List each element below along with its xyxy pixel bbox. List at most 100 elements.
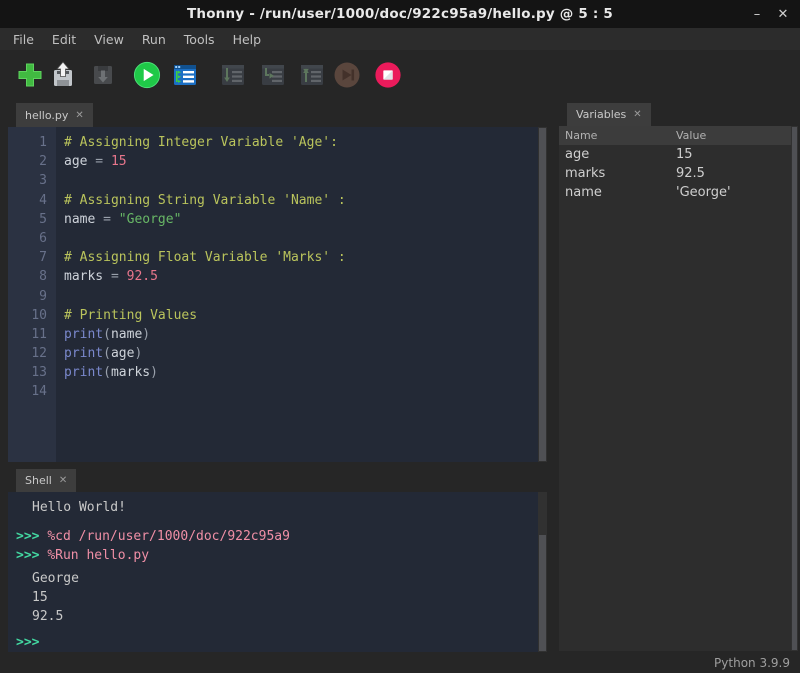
code-segment-name: marks [111,365,150,380]
statusbar: Python 3.9.9 [0,652,800,673]
variable-name: marks [565,164,605,183]
variables-pane: Name Value age15marks 92.5 name 'George' [559,126,798,651]
step-out-button [298,61,326,89]
tab-variables[interactable]: Variables ✕ [567,103,651,126]
line-number: 14 [8,382,56,401]
editor-pane[interactable]: 1234567891011121314 # Assigning Integer … [8,127,547,462]
column-header-value: Value [676,126,706,145]
code-line: print(age) [64,344,538,363]
code-segment-name: name [64,212,95,227]
variable-name: name [565,183,602,202]
code-line [64,229,538,248]
tab-hello-py-label: hello.py [25,109,68,122]
code-segment-name: age [111,346,134,361]
line-number-gutter: 1234567891011121314 [8,127,56,462]
line-number: 6 [8,229,56,248]
shell-block-output: George1592.5 [8,569,538,626]
shell-output-line: Hello World! [8,498,538,517]
tab-hello-py[interactable]: hello.py ✕ [16,103,93,127]
stop-button[interactable] [374,61,402,89]
code-line: # Assigning String Variable 'Name' : [64,191,538,210]
variables-tab-row: Variables ✕ [559,103,798,126]
shell-block-output: Hello World! [8,498,538,517]
menu-edit[interactable]: Edit [43,32,85,47]
line-number: 9 [8,287,56,306]
code-segment-op: ( [103,327,111,342]
debug-script-button[interactable] [171,61,199,89]
shell-magic-command: %Run hello.py [47,548,149,563]
shell-pane[interactable]: Hello World! >>> %cd /run/user/1000/doc/9… [8,492,547,652]
code-line: print(name) [64,325,538,344]
code-segment-num: 15 [111,154,127,169]
toolbar [0,50,800,100]
plus-icon [16,61,44,89]
editor-tab-row: hello.py ✕ [8,103,547,127]
floppy-arrow-up-icon [49,61,77,89]
shell-tab-row: Shell ✕ [8,469,547,492]
resume-play-icon [333,61,361,89]
line-number: 4 [8,191,56,210]
code-segment-op: = [103,269,126,284]
menu-file[interactable]: File [4,32,43,47]
shell-output-line: 92.5 [8,607,538,626]
window-title: Thonny - /run/user/1000/doc/922c95a9/hel… [187,6,613,22]
tab-close-icon[interactable]: ✕ [59,475,67,486]
menu-tools[interactable]: Tools [175,32,224,47]
variables-rows: age15marks 92.5 name 'George' [559,145,798,202]
shell-output-line: 15 [8,588,538,607]
code-segment-comment: # Assigning Float Variable 'Marks' : [64,250,346,265]
shell-content[interactable]: Hello World! >>> %cd /run/user/1000/doc/9… [8,492,538,652]
shell-command-line: >>> %Run hello.py [8,546,538,565]
variables-scrollbar-thumb[interactable] [792,127,797,650]
code-line: name = "George" [64,210,538,229]
step-into-button [259,61,287,89]
step-out-icon [298,61,326,89]
menu-run[interactable]: Run [133,32,175,47]
code-segment-op: ) [134,346,142,361]
load-script-button[interactable] [49,61,77,89]
variable-row[interactable]: age15 [559,145,798,164]
code-segment-name: marks [64,269,103,284]
line-number: 12 [8,344,56,363]
variable-value: 'George' [676,183,731,202]
code-line: # Printing Values [64,306,538,325]
variable-row[interactable]: marks 92.5 [559,164,798,183]
thonny-window: Thonny - /run/user/1000/doc/922c95a9/hel… [0,0,800,673]
save-script-button [89,61,117,89]
code-line [64,171,538,190]
code-segment-comment: # Printing Values [64,308,197,323]
step-over-icon [219,61,247,89]
new-script-button[interactable] [16,61,44,89]
shell-magic-command: %cd /run/user/1000/doc/922c95a9 [47,529,290,544]
tab-close-icon[interactable]: ✕ [75,110,83,121]
python-version-label: Python 3.9.9 [714,656,790,670]
code-line: age = 15 [64,152,538,171]
column-header-name: Name [565,126,597,145]
code-area[interactable]: # Assigning Integer Variable 'Age':age =… [56,127,538,462]
code-segment-op: ) [142,327,150,342]
code-line: marks = 92.5 [64,267,538,286]
code-segment-op: = [87,154,110,169]
tab-shell[interactable]: Shell ✕ [16,469,76,492]
titlebar: Thonny - /run/user/1000/doc/922c95a9/hel… [0,0,800,28]
tab-close-icon[interactable]: ✕ [633,109,641,120]
run-script-button[interactable] [133,61,161,89]
floppy-arrow-down-icon [89,61,117,89]
resume-button [333,61,361,89]
code-line [64,287,538,306]
menu-view[interactable]: View [85,32,133,47]
menu-help[interactable]: Help [224,32,271,47]
code-segment-comment: # Assigning String Variable 'Name' : [64,193,346,208]
variable-name: age [565,145,589,164]
shell-block-commands: >>> %cd /run/user/1000/doc/922c95a9>>> %… [8,527,538,565]
shell-scrollbar-thumb[interactable] [539,535,546,651]
variable-value: 92.5 [676,164,705,183]
step-over-button [219,61,247,89]
close-button[interactable]: ✕ [768,0,798,28]
shell-prompt: >>> [16,635,39,650]
variable-row[interactable]: name 'George' [559,183,798,202]
code-segment-name: name [111,327,142,342]
editor-scrollbar-thumb[interactable] [539,128,546,461]
tab-variables-label: Variables [576,108,626,121]
editor-scrollbar [538,127,547,462]
